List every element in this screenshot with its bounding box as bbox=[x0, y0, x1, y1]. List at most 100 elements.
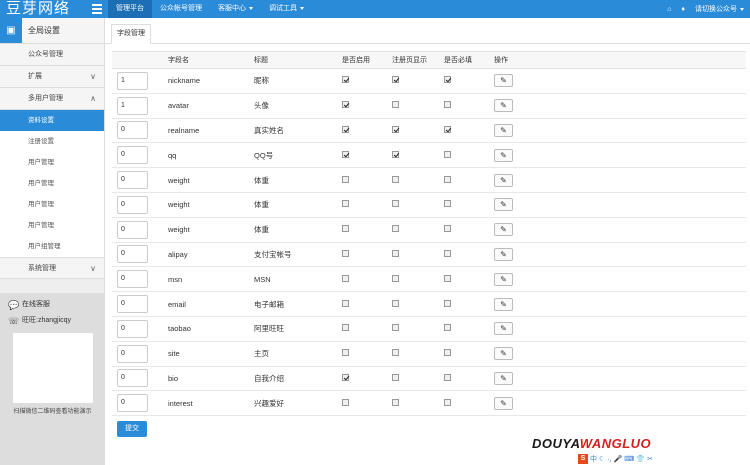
edit-button[interactable]: ✎ bbox=[494, 99, 513, 113]
required-checkbox[interactable] bbox=[444, 324, 451, 332]
order-input[interactable]: 0 bbox=[117, 146, 148, 165]
required-checkbox[interactable] bbox=[444, 274, 451, 282]
edit-button[interactable]: ✎ bbox=[494, 396, 513, 410]
ime-mode[interactable]: 中 bbox=[590, 454, 597, 464]
show-checkbox[interactable] bbox=[392, 299, 399, 307]
drop-icon[interactable]: ♦ bbox=[681, 6, 685, 13]
order-input[interactable]: 0 bbox=[117, 245, 148, 264]
order-input[interactable]: 0 bbox=[117, 369, 148, 388]
order-input[interactable]: 0 bbox=[117, 195, 148, 214]
required-checkbox[interactable] bbox=[444, 225, 451, 233]
show-checkbox[interactable] bbox=[392, 274, 399, 282]
order-input[interactable]: 0 bbox=[117, 171, 148, 190]
enabled-checkbox[interactable] bbox=[342, 373, 349, 381]
enabled-checkbox[interactable] bbox=[342, 398, 349, 406]
required-checkbox[interactable] bbox=[444, 101, 451, 109]
sidebar-subitem[interactable]: 用户管理 bbox=[0, 152, 104, 173]
punctuation-icon[interactable]: ·, bbox=[607, 456, 611, 463]
wangwang-contact[interactable]: ☏ 旺旺:zhangjicqy bbox=[0, 313, 105, 329]
submit-button[interactable]: 提交 bbox=[117, 421, 147, 437]
edit-button[interactable]: ✎ bbox=[494, 74, 513, 88]
enabled-checkbox[interactable] bbox=[342, 225, 349, 233]
sidebar-subitem[interactable]: 用户管理 bbox=[0, 173, 104, 194]
required-checkbox[interactable] bbox=[444, 175, 451, 183]
show-checkbox[interactable] bbox=[392, 76, 399, 84]
enabled-checkbox[interactable] bbox=[342, 249, 349, 257]
sidebar-subitem[interactable]: 注册设置 bbox=[0, 131, 104, 152]
enabled-checkbox[interactable] bbox=[342, 324, 349, 332]
tools-icon[interactable]: ✂ bbox=[647, 455, 653, 463]
tab-field-management[interactable]: 字段管理 bbox=[111, 24, 151, 44]
edit-button[interactable]: ✎ bbox=[494, 371, 513, 385]
show-checkbox[interactable] bbox=[392, 125, 399, 133]
show-checkbox[interactable] bbox=[392, 324, 399, 332]
mic-icon[interactable]: 🎤 bbox=[614, 455, 623, 463]
order-input[interactable]: 1 bbox=[117, 96, 148, 115]
edit-button[interactable]: ✎ bbox=[494, 247, 513, 261]
top-nav-item[interactable]: 管理平台 bbox=[108, 0, 152, 18]
required-checkbox[interactable] bbox=[444, 200, 451, 208]
show-checkbox[interactable] bbox=[392, 150, 399, 158]
order-input[interactable]: 0 bbox=[117, 121, 148, 140]
required-checkbox[interactable] bbox=[444, 398, 451, 406]
home-icon[interactable]: ⌂ bbox=[667, 6, 671, 13]
order-input[interactable]: 0 bbox=[117, 319, 148, 338]
sidebar-subitem[interactable]: 用户管理 bbox=[0, 194, 104, 215]
account-switch[interactable]: 请切换公众号 bbox=[695, 4, 744, 14]
edit-button[interactable]: ✎ bbox=[494, 148, 513, 162]
skin-icon[interactable]: 👕 bbox=[636, 455, 645, 463]
enabled-checkbox[interactable] bbox=[342, 200, 349, 208]
sidebar-item[interactable]: 扩展 ∨ bbox=[0, 66, 104, 88]
enabled-checkbox[interactable] bbox=[342, 101, 349, 109]
menu-toggle-icon[interactable] bbox=[92, 4, 102, 14]
sidebar-subitem[interactable]: 用户管理 bbox=[0, 215, 104, 236]
sidebar-item[interactable]: 公众号管理 bbox=[0, 44, 104, 66]
show-checkbox[interactable] bbox=[392, 249, 399, 257]
online-service[interactable]: 💬 在线客服 bbox=[0, 297, 105, 313]
sidebar-subitem[interactable]: 用户组管理 bbox=[0, 236, 104, 257]
moon-icon[interactable]: ☾ bbox=[599, 455, 605, 463]
enabled-checkbox[interactable] bbox=[342, 274, 349, 282]
required-checkbox[interactable] bbox=[444, 299, 451, 307]
edit-button[interactable]: ✎ bbox=[494, 173, 513, 187]
order-input[interactable]: 0 bbox=[117, 344, 148, 363]
top-nav-item[interactable]: 客服中心 bbox=[210, 0, 261, 18]
sidebar-item[interactable]: 多用户管理 ∧ bbox=[0, 88, 104, 110]
required-checkbox[interactable] bbox=[444, 125, 451, 133]
order-input[interactable]: 0 bbox=[117, 220, 148, 239]
order-input[interactable]: 0 bbox=[117, 394, 148, 413]
show-checkbox[interactable] bbox=[392, 349, 399, 357]
edit-button[interactable]: ✎ bbox=[494, 123, 513, 137]
required-checkbox[interactable] bbox=[444, 150, 451, 158]
edit-button[interactable]: ✎ bbox=[494, 297, 513, 311]
show-checkbox[interactable] bbox=[392, 175, 399, 183]
enabled-checkbox[interactable] bbox=[342, 349, 349, 357]
keyboard-icon[interactable]: ⌨ bbox=[624, 455, 634, 463]
required-checkbox[interactable] bbox=[444, 349, 451, 357]
sidebar-head[interactable]: ▣ 全局设置 bbox=[0, 18, 104, 44]
edit-button[interactable]: ✎ bbox=[494, 322, 513, 336]
enabled-checkbox[interactable] bbox=[342, 76, 349, 84]
enabled-checkbox[interactable] bbox=[342, 175, 349, 183]
edit-button[interactable]: ✎ bbox=[494, 347, 513, 361]
show-checkbox[interactable] bbox=[392, 225, 399, 233]
sidebar-item-system[interactable]: 系统管理 ∨ bbox=[0, 257, 104, 279]
top-nav-item[interactable]: 公众帐号管理 bbox=[152, 0, 210, 18]
edit-button[interactable]: ✎ bbox=[494, 198, 513, 212]
show-checkbox[interactable] bbox=[392, 373, 399, 381]
sidebar-subitem[interactable]: 资料设置 bbox=[0, 110, 104, 131]
show-checkbox[interactable] bbox=[392, 200, 399, 208]
show-checkbox[interactable] bbox=[392, 101, 399, 109]
edit-button[interactable]: ✎ bbox=[494, 223, 513, 237]
order-input[interactable]: 1 bbox=[117, 71, 148, 90]
enabled-checkbox[interactable] bbox=[342, 299, 349, 307]
required-checkbox[interactable] bbox=[444, 76, 451, 84]
required-checkbox[interactable] bbox=[444, 373, 451, 381]
enabled-checkbox[interactable] bbox=[342, 150, 349, 158]
order-input[interactable]: 0 bbox=[117, 295, 148, 314]
enabled-checkbox[interactable] bbox=[342, 125, 349, 133]
required-checkbox[interactable] bbox=[444, 249, 451, 257]
top-nav-item[interactable]: 调试工具 bbox=[261, 0, 312, 18]
show-checkbox[interactable] bbox=[392, 398, 399, 406]
order-input[interactable]: 0 bbox=[117, 270, 148, 289]
